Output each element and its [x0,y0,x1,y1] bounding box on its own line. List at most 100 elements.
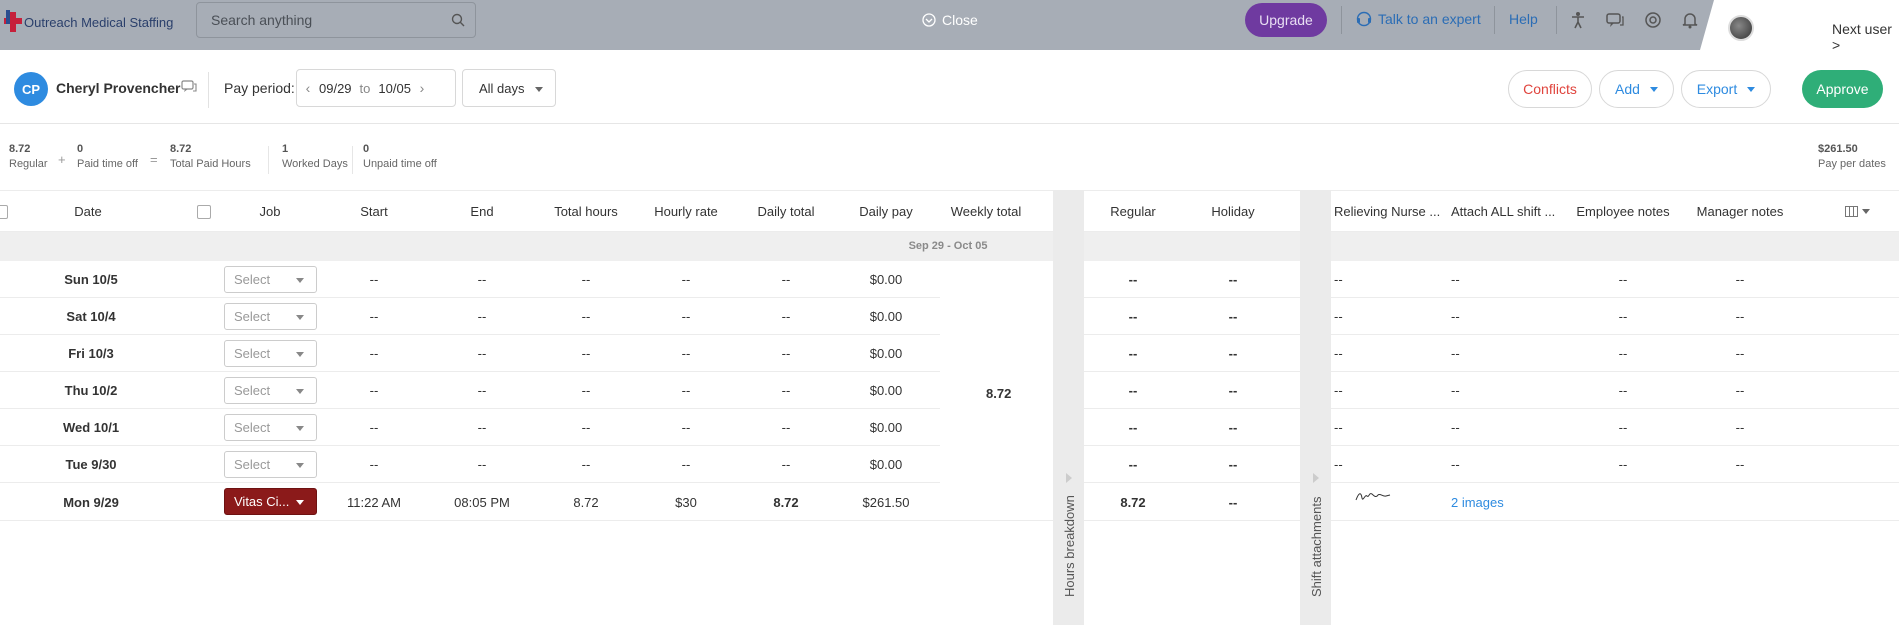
row-total-hours: -- [581,420,591,435]
signature-thumbnail[interactable] [1354,488,1392,504]
week-band: Sep 29 - Oct 05 [0,232,1899,261]
bell-icon[interactable] [1680,10,1700,30]
expand-arrow-icon[interactable] [1066,473,1072,483]
chat-icon[interactable] [1605,10,1625,30]
row-daily-pay: $0.00 [869,420,903,435]
help-link[interactable]: Help [1509,11,1538,27]
job-select[interactable]: Select [224,377,317,404]
global-search[interactable] [196,2,476,38]
job-select[interactable]: Select [224,451,317,478]
job-select[interactable]: Select [224,303,317,330]
brand-logo[interactable]: Outreach Medical Staffing [4,8,173,36]
row-employee-notes: -- [1618,383,1628,398]
pay-period-picker[interactable]: ‹ 09/29 to 10/05 › [296,69,456,107]
upgrade-button[interactable]: Upgrade [1245,3,1327,37]
job-select[interactable]: Select [224,414,317,441]
days-filter-select[interactable]: All days [462,69,556,107]
col-job[interactable]: Job [260,204,281,219]
brand-name: Outreach Medical Staffing [24,14,174,30]
row-employee-notes: -- [1618,346,1628,361]
conflicts-button[interactable]: Conflicts [1508,70,1592,108]
chevron-right-icon[interactable]: › [411,80,433,96]
talk-to-expert-link[interactable]: Talk to an expert [1356,11,1481,27]
row-holiday: -- [1228,383,1238,398]
row-relieving-nurse: -- [1334,272,1343,287]
pay-label: Pay per dates [1818,158,1886,170]
table-row[interactable]: Vitas Ci... Mon 9/29 11:22 AM 08:05 PM 8.72 $… [0,483,1899,521]
summary-pto: 0 Paid time off [77,143,138,170]
shift-attachments-toggle[interactable]: Shift attachments [1300,190,1331,625]
col-relieving-nurse[interactable]: Relieving Nurse ... [1334,204,1440,219]
user-switcher[interactable]: Next user > [1700,0,1899,50]
col-total-hours[interactable]: Total hours [554,204,618,219]
row-holiday: -- [1228,420,1238,435]
job-select-value: Select [234,309,271,324]
job-select[interactable]: Select [224,266,317,293]
add-button[interactable]: Add [1599,70,1674,108]
row-hourly-rate: $30 [675,495,697,510]
col-daily-total[interactable]: Daily total [757,204,814,219]
job-select-value: Select [234,457,271,472]
summary-total-paid: 8.72 Total Paid Hours [170,143,251,170]
job-select[interactable]: Vitas Ci... [224,488,317,515]
caret-down-icon [535,87,543,92]
col-daily-pay[interactable]: Daily pay [859,204,912,219]
col-attach-shift[interactable]: Attach ALL shift ... [1451,204,1555,219]
col-start[interactable]: Start [360,204,387,219]
columns-icon [1845,206,1858,217]
divider [268,146,269,174]
employee-name[interactable]: Cheryl Provencher [56,80,181,96]
select-all-checkbox[interactable] [0,205,8,219]
row-start: -- [369,457,379,472]
chevron-left-icon[interactable]: ‹ [297,80,319,96]
message-icon[interactable] [181,80,197,94]
pto-value: 0 [77,143,84,155]
hours-breakdown-toggle[interactable]: Hours breakdown [1053,190,1084,625]
job-select[interactable]: Select [224,340,317,367]
job-select-value: Vitas Ci... [234,494,290,509]
close-button[interactable]: Close [922,12,978,28]
row-relieving-nurse: -- [1334,383,1343,398]
worked-days-value: 1 [282,143,289,155]
row-end: -- [477,309,487,324]
period-to: to [359,80,371,96]
row-attachments: -- [1451,420,1460,435]
row-holiday: -- [1228,457,1238,472]
next-user-link[interactable]: Next user > [1832,21,1899,50]
col-date[interactable]: Date [74,204,101,219]
job-select-all-checkbox[interactable] [197,205,211,219]
row-employee-notes: -- [1618,457,1628,472]
row-start: -- [369,420,379,435]
col-holiday[interactable]: Holiday [1211,204,1254,219]
caret-down-icon [1862,209,1870,214]
search-icon[interactable] [451,13,465,27]
col-weekly-total[interactable]: Weekly total [951,204,1022,219]
row-end: -- [477,420,487,435]
avatar [1728,15,1754,41]
chevron-circle-down-icon [922,13,936,27]
caret-down-icon [1649,86,1658,92]
employee-avatar: CP [14,72,48,106]
support-icon[interactable] [1643,10,1663,30]
row-daily-pay: $0.00 [869,272,903,287]
column-settings-button[interactable] [1845,206,1870,217]
col-end[interactable]: End [470,204,493,219]
accessibility-icon[interactable] [1568,10,1588,30]
col-employee-notes[interactable]: Employee notes [1576,204,1669,219]
row-attachments: -- [1451,457,1460,472]
search-input[interactable] [197,3,427,37]
job-select-value: Select [234,346,271,361]
divider [1341,6,1342,34]
approve-button[interactable]: Approve [1802,70,1883,108]
row-attachments[interactable]: 2 images [1451,495,1504,510]
row-daily-pay: $0.00 [869,346,903,361]
col-regular[interactable]: Regular [1110,204,1156,219]
expand-arrow-icon[interactable] [1313,473,1319,483]
caret-down-icon [296,315,304,320]
row-start: -- [369,383,379,398]
col-manager-notes[interactable]: Manager notes [1697,204,1784,219]
col-hourly-rate[interactable]: Hourly rate [654,204,718,219]
row-date: Mon 9/29 [63,495,119,510]
row-holiday: -- [1228,309,1238,324]
export-button[interactable]: Export [1681,70,1771,108]
